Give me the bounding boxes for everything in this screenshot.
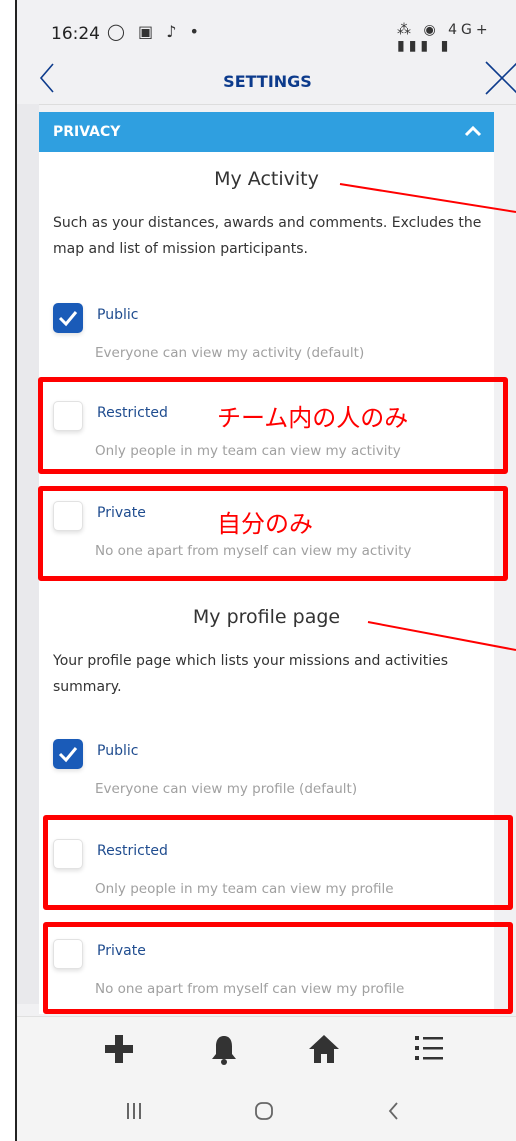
highlight-box [43,922,513,1014]
highlight-box [43,815,513,910]
annotation-private: 自分のみ [217,510,313,538]
annotation-restricted: チーム内の人のみ [217,404,409,432]
